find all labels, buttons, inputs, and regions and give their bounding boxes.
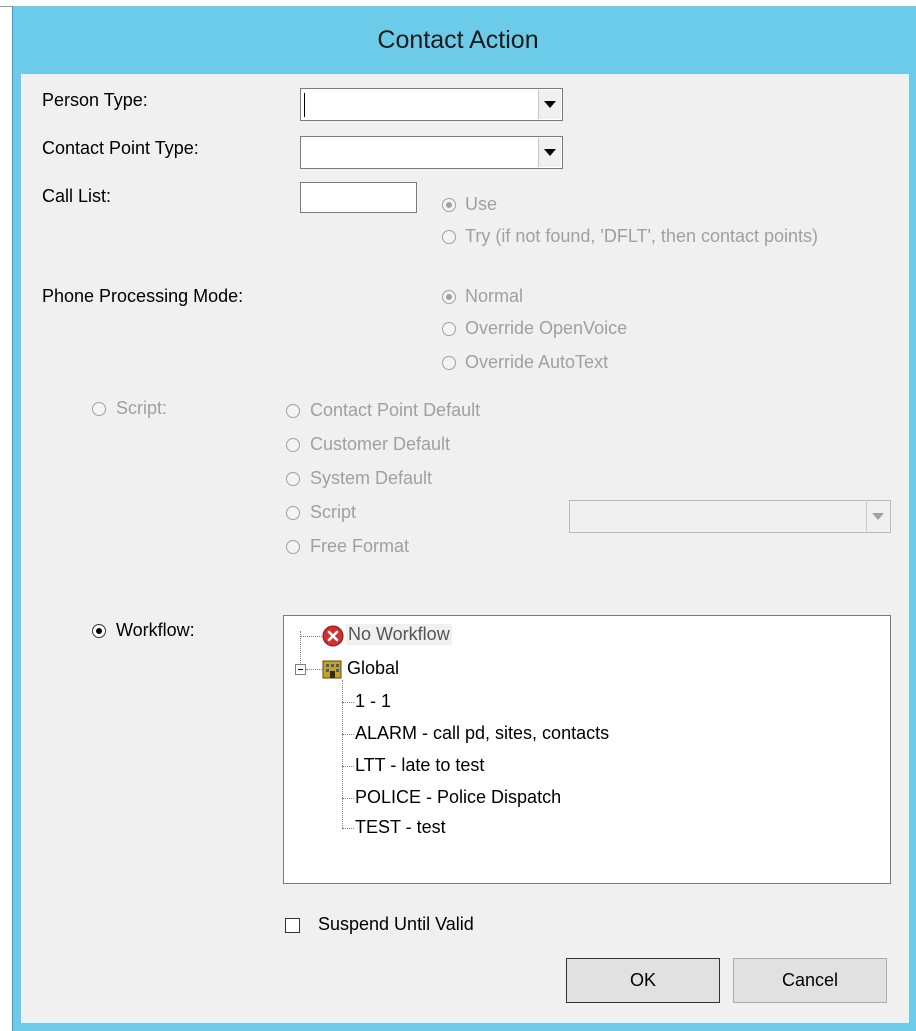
- contact-point-type-combo[interactable]: [300, 136, 563, 169]
- script-customer-default-label: Customer Default: [310, 434, 451, 454]
- tree-node-workflow[interactable]: LTT - late to test: [355, 755, 484, 776]
- chevron-down-icon: [872, 513, 884, 520]
- person-type-combo[interactable]: [300, 88, 563, 121]
- tree-node-workflow[interactable]: ALARM - call pd, sites, contacts: [355, 723, 609, 744]
- chevron-down-icon: [544, 101, 556, 108]
- person-type-label: Person Type:: [42, 90, 148, 110]
- phone-mode-normal-label: Normal: [465, 286, 524, 306]
- tree-node-workflow[interactable]: TEST - test: [355, 817, 446, 838]
- script-system-default-label: System Default: [310, 468, 433, 488]
- script-free-format-radio[interactable]: [286, 540, 300, 554]
- background-edge: [0, 6, 12, 7]
- phone-mode-autotext-radio[interactable]: [442, 356, 456, 370]
- tree-connector: [306, 669, 322, 670]
- contact-point-type-label: Contact Point Type:: [42, 138, 199, 158]
- script-script-label: Script: [310, 502, 357, 522]
- suspend-until-valid-label: Suspend Until Valid: [318, 914, 474, 934]
- tree-connector: [342, 734, 354, 735]
- tree-node-workflow[interactable]: 1 - 1: [355, 691, 391, 712]
- script-mode-radio[interactable]: [92, 402, 106, 416]
- tree-connector: [342, 702, 354, 703]
- suspend-until-valid-checkbox[interactable]: [285, 918, 300, 933]
- call-list-use-radio[interactable]: [442, 198, 456, 212]
- phone-mode-normal-radio[interactable]: [442, 290, 456, 304]
- collapse-icon[interactable]: [295, 664, 306, 675]
- workflow-mode-radio[interactable]: [92, 624, 106, 638]
- chevron-down-icon: [544, 149, 556, 156]
- script-select-combo[interactable]: [569, 500, 891, 533]
- tree-connector: [342, 798, 354, 799]
- script-contact-point-default-label: Contact Point Default: [310, 400, 481, 420]
- title-bar[interactable]: Contact Action: [13, 6, 916, 74]
- workflow-tree[interactable]: No Workflow Global 1 - 1 ALARM - call pd…: [283, 615, 891, 884]
- phone-mode-openvoice-radio[interactable]: [442, 322, 456, 336]
- tree-connector: [342, 766, 354, 767]
- error-x-icon: [322, 625, 344, 652]
- phone-mode-autotext-label: Override AutoText: [465, 352, 609, 372]
- script-contact-point-default-radio[interactable]: [286, 404, 300, 418]
- phone-mode-label: Phone Processing Mode:: [42, 286, 244, 306]
- tree-connector: [342, 828, 354, 829]
- script-system-default-radio[interactable]: [286, 472, 300, 486]
- text-caret: [304, 93, 305, 117]
- call-list-input[interactable]: [300, 182, 417, 213]
- script-free-format-label: Free Format: [310, 536, 410, 556]
- tree-node-workflow[interactable]: POLICE - Police Dispatch: [355, 787, 561, 808]
- phone-mode-openvoice-label: Override OpenVoice: [465, 318, 628, 338]
- script-select-dropdown-button[interactable]: [866, 502, 889, 531]
- call-list-try-label: Try (if not found, 'DFLT', then contact …: [465, 226, 819, 246]
- call-list-try-radio[interactable]: [442, 230, 456, 244]
- script-customer-default-radio[interactable]: [286, 438, 300, 452]
- tree-node-global[interactable]: Global: [347, 658, 399, 679]
- building-icon: [321, 658, 343, 685]
- person-type-dropdown-button[interactable]: [538, 90, 561, 119]
- script-mode-label: Script:: [116, 398, 168, 418]
- ok-button[interactable]: OK: [566, 958, 720, 1003]
- workflow-mode-label: Workflow:: [116, 620, 195, 640]
- script-script-radio[interactable]: [286, 506, 300, 520]
- tree-connector: [300, 636, 322, 637]
- dialog-title: Contact Action: [377, 26, 539, 54]
- tree-node-no-workflow[interactable]: No Workflow: [346, 624, 452, 645]
- contact-point-type-dropdown-button[interactable]: [538, 138, 561, 167]
- cancel-button[interactable]: Cancel: [733, 958, 887, 1003]
- call-list-use-label: Use: [465, 194, 498, 214]
- call-list-label: Call List:: [42, 186, 112, 206]
